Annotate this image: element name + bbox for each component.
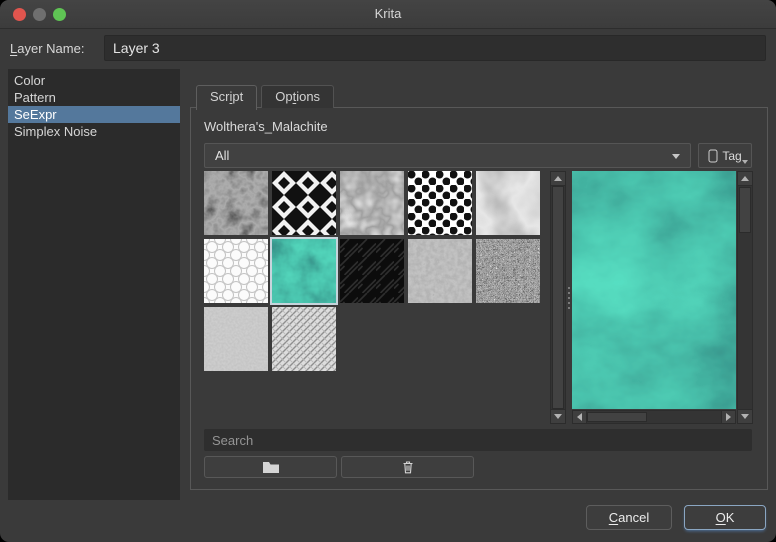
selected-pattern-name: Wolthera's_Malachite	[204, 119, 328, 134]
pattern-thumb-dark-marble[interactable]	[204, 171, 268, 235]
scroll-right-button[interactable]	[721, 411, 735, 423]
import-resource-button[interactable]	[204, 456, 337, 478]
arrow-up-icon	[554, 176, 562, 181]
pattern-thumb-halftone-dots[interactable]	[408, 171, 472, 235]
arrow-right-icon	[726, 413, 731, 421]
tag-button[interactable]: Tag	[698, 143, 752, 168]
script-tab-panel: Wolthera's_Malachite All Tag	[190, 107, 768, 490]
scroll-down-button[interactable]	[738, 409, 752, 423]
preview-vertical-scrollbar[interactable]	[737, 171, 753, 424]
tab-options[interactable]: Options	[261, 85, 334, 108]
tab-script[interactable]: Script	[196, 85, 257, 110]
list-item-pattern[interactable]: Pattern	[8, 89, 180, 106]
grid-scrollbar-thumb[interactable]	[552, 186, 564, 409]
pattern-thumb-gray-blotch[interactable]	[340, 171, 404, 235]
trash-icon	[402, 460, 414, 474]
chevron-down-icon	[672, 154, 680, 159]
layer-name-label: Layer Name:	[10, 41, 84, 56]
scroll-up-button[interactable]	[551, 172, 565, 186]
tag-menu-chevron-icon	[742, 160, 748, 164]
pattern-grid	[204, 171, 544, 371]
pattern-preview[interactable]	[572, 171, 736, 409]
pattern-thumb-ring-lattice[interactable]	[204, 239, 268, 303]
pattern-chooser	[204, 171, 752, 424]
pattern-thumb-malachite-selected[interactable]	[272, 239, 336, 303]
generator-type-list: Color Pattern SeExpr Simplex Noise	[8, 69, 180, 500]
delete-resource-button[interactable]	[341, 456, 474, 478]
grid-vertical-scrollbar[interactable]	[550, 171, 566, 424]
pattern-thumb-bw-triangles[interactable]	[272, 171, 336, 235]
tag-filter-dropdown[interactable]: All	[204, 143, 691, 168]
bookmark-tag-icon	[708, 149, 718, 163]
list-item-color[interactable]: Color	[8, 72, 180, 89]
preview-hscrollbar-thumb[interactable]	[587, 412, 647, 422]
scroll-left-button[interactable]	[573, 411, 587, 423]
tab-bar: Script Options	[196, 84, 338, 108]
arrow-left-icon	[577, 413, 582, 421]
scroll-down-button[interactable]	[551, 409, 565, 423]
scroll-up-button[interactable]	[738, 172, 752, 186]
folder-icon	[262, 460, 280, 474]
arrow-down-icon	[741, 414, 749, 419]
preview-horizontal-scrollbar[interactable]	[572, 410, 736, 424]
pattern-thumb-diagonal-weave[interactable]	[272, 307, 336, 371]
ok-button[interactable]: OK	[684, 505, 766, 530]
pattern-thumb-speckle-noise[interactable]	[476, 239, 540, 303]
pattern-thumb-dark-maze[interactable]	[340, 239, 404, 303]
arrow-up-icon	[741, 176, 749, 181]
list-item-seexpr[interactable]: SeExpr	[8, 106, 180, 123]
list-item-simplex-noise[interactable]: Simplex Noise	[8, 123, 180, 140]
pattern-thumb-fine-noise[interactable]	[204, 307, 268, 371]
window-title: Krita	[0, 0, 776, 28]
layer-name-input[interactable]	[104, 35, 766, 61]
cancel-button[interactable]: Cancel	[586, 505, 672, 530]
preview-vscrollbar-thumb[interactable]	[739, 187, 751, 233]
krita-dialog-window: Krita Layer Name: Color Pattern SeExpr S…	[0, 0, 776, 542]
pattern-thumb-gray-clouds[interactable]	[476, 171, 540, 235]
tag-filter-row: All Tag	[204, 143, 752, 168]
resource-buttons-row	[204, 456, 474, 478]
pattern-thumb-rough-noise[interactable]	[408, 239, 472, 303]
titlebar[interactable]: Krita	[0, 0, 776, 29]
pattern-search-input[interactable]	[204, 429, 752, 451]
arrow-down-icon	[554, 414, 562, 419]
